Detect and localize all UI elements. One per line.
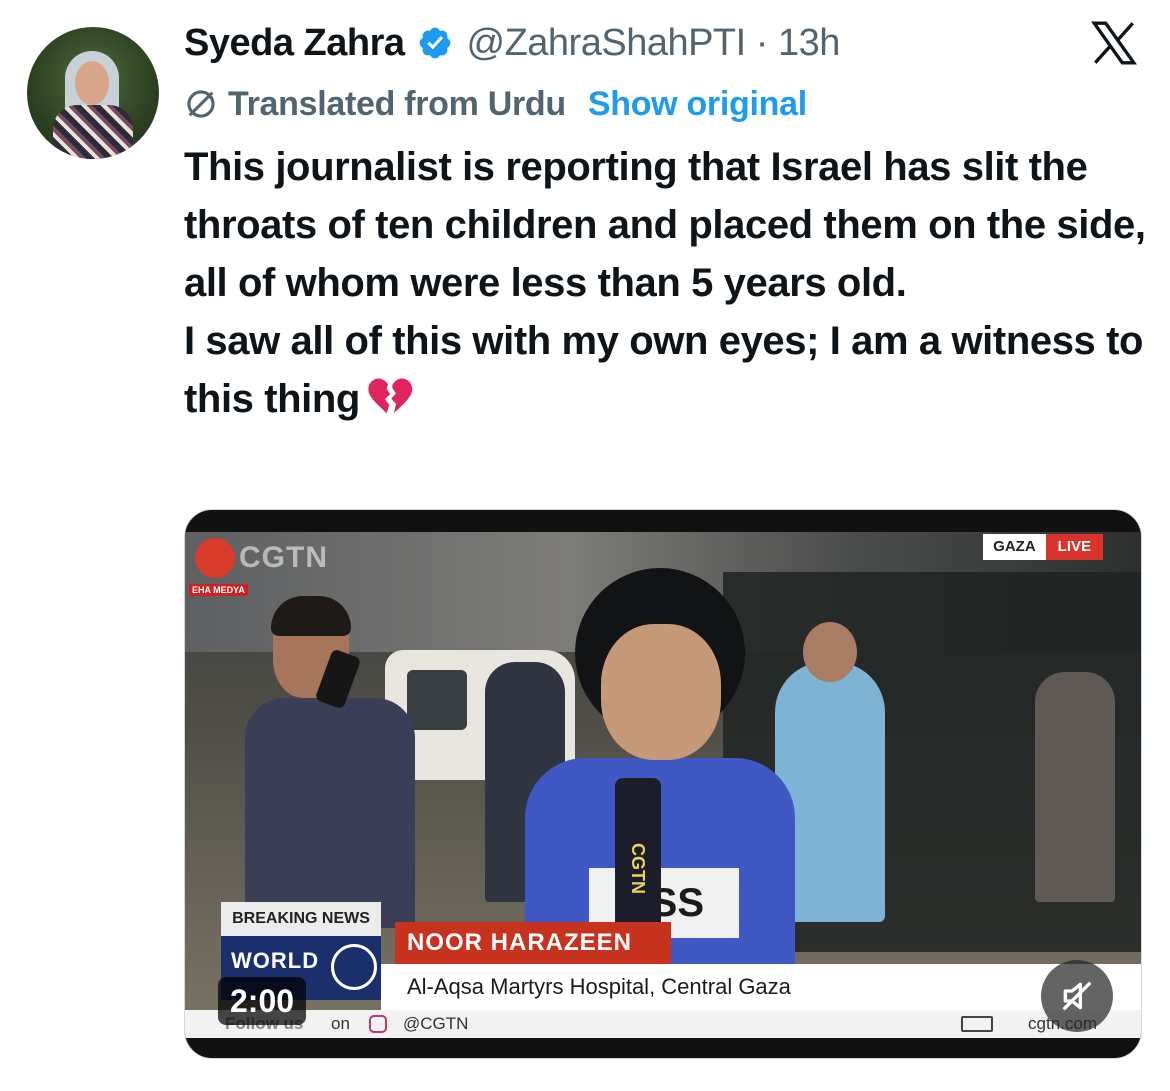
translated-label: Translated from Urdu bbox=[228, 84, 566, 123]
user-handle[interactable]: @ZahraShahPTI · 13h bbox=[466, 21, 841, 65]
avatar-face bbox=[75, 61, 109, 105]
broken-heart-icon bbox=[368, 378, 413, 414]
video-duration: 2:00 bbox=[218, 977, 307, 1025]
breaking-news-label: BREAKING NEWS bbox=[221, 902, 381, 936]
ticker-handle: @CGTN bbox=[403, 1014, 469, 1033]
reporter-name-bar: NOOR HARAZEEN bbox=[395, 922, 671, 964]
watermark: EHA MEDYA bbox=[189, 584, 248, 596]
avatar[interactable] bbox=[27, 27, 159, 159]
ambulance-window bbox=[407, 670, 467, 730]
tweet-header: Syeda Zahra @ZahraShahPTI · 13h bbox=[184, 18, 840, 68]
timestamp[interactable]: 13h bbox=[778, 22, 840, 64]
tweet-paragraph-2: I saw all of this with my own eyes; I am… bbox=[184, 312, 1154, 428]
tweet-body: This journalist is reporting that Israel… bbox=[184, 138, 1154, 428]
x-logo-icon[interactable] bbox=[1088, 18, 1140, 68]
live-indicator: LIVE bbox=[1045, 534, 1103, 560]
video-frame[interactable]: ESS CGTN CGTN EHA MEDYA GAZA LIVE BREAKI… bbox=[185, 532, 1141, 1038]
program-title: WORLD bbox=[231, 948, 320, 973]
reporter-face bbox=[601, 624, 721, 760]
channel-logo-mark bbox=[195, 538, 235, 578]
video-player[interactable]: ESS CGTN CGTN EHA MEDYA GAZA LIVE BREAKI… bbox=[184, 509, 1142, 1059]
medic-head bbox=[803, 622, 857, 682]
handle-text: @ZahraShahPTI bbox=[466, 21, 747, 64]
channel-logo-text: CGTN bbox=[239, 541, 328, 574]
tweet-paragraph-1: This journalist is reporting that Israel… bbox=[184, 145, 1146, 305]
devices-icon bbox=[961, 1016, 993, 1032]
globe-icon bbox=[187, 90, 215, 118]
location-caption: Al-Aqsa Martyrs Hospital, Central Gaza bbox=[381, 964, 1141, 1010]
location-badge: GAZA bbox=[983, 534, 1046, 560]
scene-person-right bbox=[1035, 672, 1115, 902]
display-name[interactable]: Syeda Zahra bbox=[184, 22, 405, 65]
separator-dot: · bbox=[755, 21, 769, 64]
person-vest bbox=[245, 698, 415, 928]
muted-speaker-icon bbox=[1062, 981, 1092, 1011]
person-hair bbox=[271, 596, 351, 636]
ticker-bar: Follow us on @CGTN cgtn.com bbox=[185, 1010, 1141, 1038]
channel-logo: CGTN bbox=[195, 538, 328, 578]
mute-button[interactable] bbox=[1041, 960, 1113, 1032]
ticker-on: on bbox=[331, 1014, 350, 1033]
program-moon-icon bbox=[331, 944, 377, 990]
tweet-paragraph-2-text: I saw all of this with my own eyes; I am… bbox=[184, 319, 1144, 421]
avatar-dress bbox=[53, 105, 133, 159]
instagram-icon bbox=[369, 1015, 387, 1033]
verified-badge-icon bbox=[419, 27, 450, 59]
show-original-link[interactable]: Show original bbox=[588, 85, 807, 124]
live-badge: GAZA LIVE bbox=[983, 534, 1103, 560]
translation-bar: Translated from Urdu Show original bbox=[184, 83, 807, 125]
